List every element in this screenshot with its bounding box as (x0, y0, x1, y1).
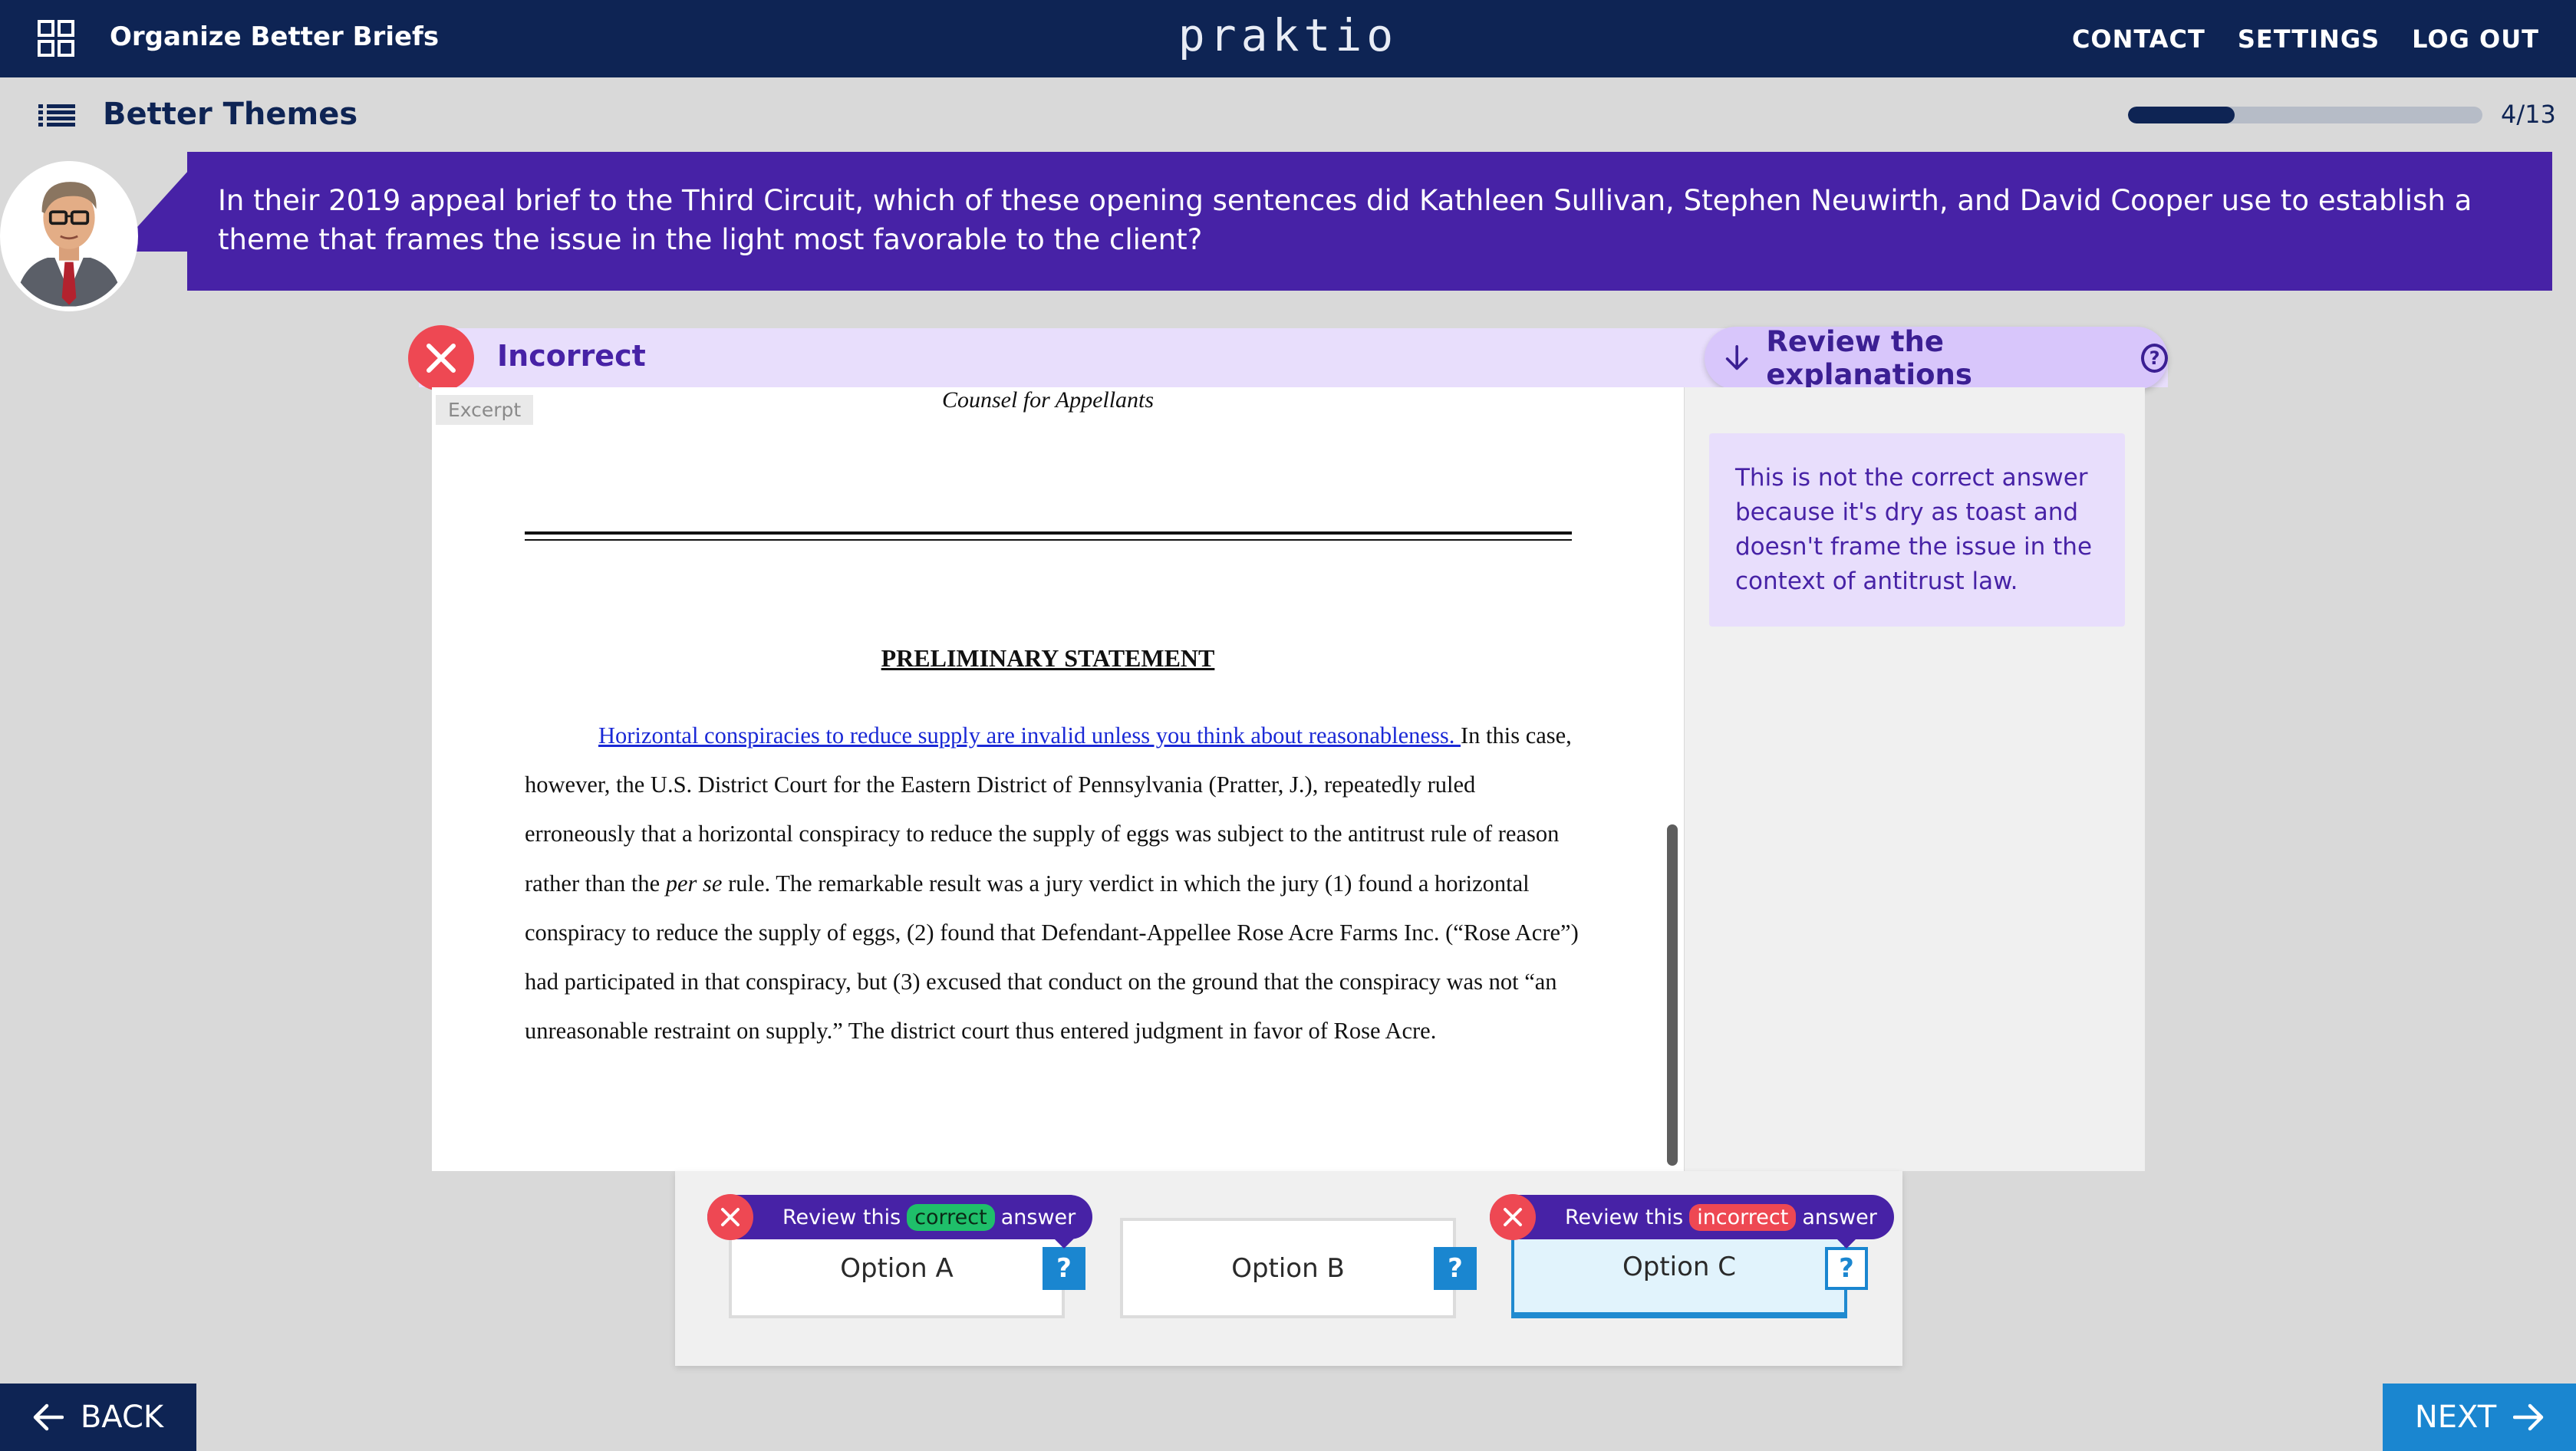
excerpt-scrollbar[interactable] (1667, 824, 1678, 1166)
excerpt-tag: Excerpt (436, 395, 534, 425)
body-italic: per se (665, 870, 723, 897)
review-tag-text: Review this (1565, 1205, 1684, 1229)
arrow-down-icon (1725, 344, 1748, 370)
top-nav: CONTACT SETTINGS LOG OUT (2072, 25, 2539, 54)
nav-contact-link[interactable]: CONTACT (2072, 25, 2205, 54)
nav-logout-link[interactable]: LOG OUT (2412, 25, 2539, 54)
review-tag-tail (1052, 1236, 1076, 1249)
arrow-right-icon (2513, 1403, 2544, 1431)
review-tag-suffix: answer (1802, 1205, 1877, 1229)
next-button[interactable]: NEXT (2383, 1384, 2576, 1451)
excerpt-panel[interactable]: Counsel for Appellants PRELIMINARY STATE… (432, 387, 1684, 1171)
next-label: NEXT (2414, 1400, 2497, 1435)
review-correct-tag[interactable]: Review this correct answer (707, 1195, 1093, 1239)
review-tag-text: Review this (782, 1205, 901, 1229)
option-b-help-button[interactable]: ? (1434, 1247, 1477, 1290)
option-a-help-button[interactable]: ? (1043, 1247, 1085, 1290)
back-label: BACK (80, 1400, 164, 1435)
nav-settings-link[interactable]: SETTINGS (2238, 25, 2380, 54)
option-b[interactable]: Option B (1120, 1218, 1456, 1318)
list-icon[interactable] (38, 104, 75, 127)
option-b-label: Option B (1231, 1252, 1345, 1284)
help-circle-icon[interactable]: ? (2141, 344, 2168, 373)
option-c-label: Option C (1622, 1251, 1737, 1282)
question-prompt: In their 2019 appeal brief to the Third … (187, 152, 2552, 291)
document-body: Horizontal conspiracies to reduce supply… (525, 711, 1583, 1055)
incorrect-close-icon (408, 325, 474, 391)
double-rule-bottom (525, 539, 1572, 541)
review-tag-suffix: answer (1000, 1205, 1076, 1229)
result-status: Incorrect (497, 339, 646, 373)
arrow-left-icon (33, 1403, 64, 1431)
document-heading: PRELIMINARY STATEMENT (881, 644, 1215, 672)
option-c-close-icon (1490, 1194, 1536, 1240)
option-c-help-button[interactable]: ? (1825, 1247, 1868, 1290)
option-a-close-icon (707, 1194, 753, 1240)
explanation-card: This is not the correct answer because i… (1709, 433, 2125, 627)
double-rule-top (525, 531, 1572, 535)
review-incorrect-tag[interactable]: Review this incorrect answer (1490, 1195, 1894, 1239)
incorrect-pill: incorrect (1689, 1203, 1797, 1231)
top-bar: Organize Better Briefs praktio CONTACT S… (0, 0, 2576, 77)
review-explanations-label: Review the explanations (1766, 325, 1972, 391)
instructor-avatar (0, 161, 138, 311)
counsel-line: Counsel for Appellants (941, 387, 1155, 413)
review-tag-tail (1834, 1236, 1859, 1249)
lesson-title: Better Themes (103, 97, 358, 132)
back-button[interactable]: BACK (0, 1384, 196, 1451)
progress-bar-fill (2128, 107, 2235, 123)
option-a-label: Option A (840, 1252, 954, 1284)
review-explanations-button[interactable]: Review the explanations ? (1705, 325, 2168, 391)
progress-count: 4/13 (2501, 100, 2556, 129)
correct-pill: correct (907, 1203, 995, 1231)
highlighted-opening-sentence[interactable]: Horizontal conspiracies to reduce supply… (598, 722, 1461, 749)
progress-bar (2128, 107, 2482, 123)
